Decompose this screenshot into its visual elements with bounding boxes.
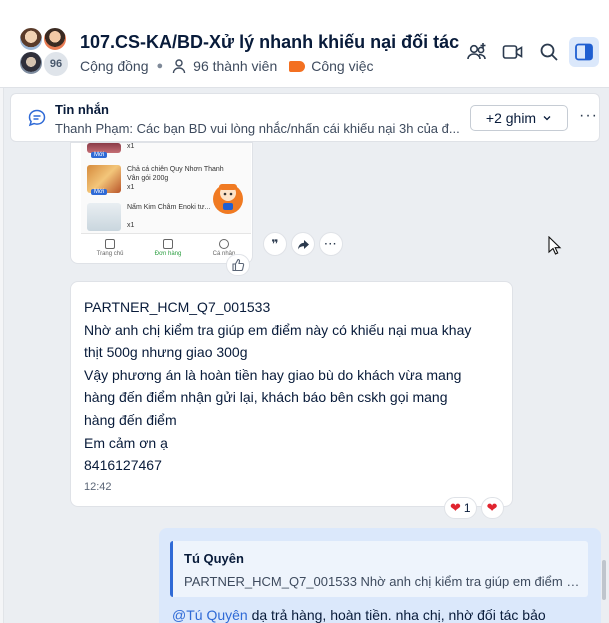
chat-bubble-icon bbox=[28, 109, 46, 127]
nav-home: Trang chủ bbox=[97, 238, 123, 257]
conversation-title[interactable]: 107.CS-KA/BD-Xử lý nhanh khiếu nại đối t… bbox=[80, 32, 459, 53]
quote-reply-button[interactable]: ❞ bbox=[263, 232, 287, 256]
app-screenshot: Mới x1 Mới Chả cá chiên Quy Nhơn Thanh V… bbox=[81, 143, 251, 261]
forward-icon bbox=[297, 239, 309, 249]
left-panel-edge bbox=[0, 0, 4, 623]
community-label[interactable]: Cộng đồng bbox=[80, 58, 149, 74]
more-actions-button[interactable]: ··· bbox=[319, 232, 343, 256]
reply-body: dạ trả hàng, hoàn tiền. nha chị, nhờ đối… bbox=[247, 607, 546, 623]
message-line: 8416127467 bbox=[84, 457, 162, 474]
quote-author: Tú Quyên bbox=[184, 551, 244, 566]
avatar bbox=[18, 26, 44, 52]
forward-button[interactable] bbox=[291, 232, 315, 256]
pinned-more-button[interactable]: ··· bbox=[579, 107, 598, 125]
message-line: Nhờ anh chị kiểm tra giúp em điểm này có… bbox=[84, 321, 472, 338]
video-call-icon[interactable] bbox=[501, 40, 525, 64]
reaction-count: 1 bbox=[463, 501, 471, 515]
message-line: Vậy phương án là hoàn tiền hay giao bù d… bbox=[84, 366, 462, 383]
task-label[interactable]: Công việc bbox=[311, 58, 373, 74]
conversation-header: 96 107.CS-KA/BD-Xử lý nhanh khiếu nại đố… bbox=[0, 0, 609, 88]
new-badge: Mới bbox=[91, 152, 108, 158]
quoted-message[interactable]: Tú Quyên PARTNER_HCM_Q7_001533 Nhờ anh c… bbox=[170, 541, 588, 597]
product-qty: x1 bbox=[127, 184, 135, 191]
avatar bbox=[18, 50, 44, 76]
user-mention[interactable]: @Tú Quyên bbox=[172, 607, 248, 623]
product-qty: x1 bbox=[127, 222, 135, 229]
conversation-subtitle: Cộng đồng ● 96 thành viên Công việc bbox=[80, 58, 374, 74]
mascot-icon bbox=[213, 184, 243, 214]
like-reaction-button[interactable] bbox=[226, 254, 250, 276]
person-icon bbox=[172, 59, 186, 74]
task-tag-icon bbox=[289, 60, 306, 72]
mouse-cursor-icon bbox=[548, 236, 562, 255]
member-count-badge: 96 bbox=[42, 50, 70, 78]
nav-orders: Đơn hàng bbox=[155, 238, 181, 257]
product-qty: x1 bbox=[127, 143, 135, 150]
chevron-down-icon bbox=[543, 116, 551, 121]
pinned-preview[interactable]: Thanh Phạm: Các bạn BD vui lòng nhắc/nhấ… bbox=[55, 121, 465, 136]
thumbs-up-icon bbox=[232, 258, 245, 272]
more-pins-button[interactable]: +2 ghim bbox=[470, 105, 568, 131]
message-line: PARTNER_HCM_Q7_001533 bbox=[84, 299, 271, 315]
add-member-icon[interactable] bbox=[465, 40, 489, 64]
message-bubble[interactable]: PARTNER_HCM_Q7_001533 Nhờ anh chị kiểm t… bbox=[70, 281, 513, 507]
quote-text: PARTNER_HCM_Q7_001533 Nhờ anh chị kiểm t… bbox=[184, 574, 584, 589]
search-icon[interactable] bbox=[537, 40, 561, 64]
message-timestamp: 12:42 bbox=[84, 481, 112, 493]
reply-text: @Tú Quyên dạ trả hàng, hoàn tiền. nha ch… bbox=[172, 607, 546, 623]
pinned-message-bar[interactable]: Tin nhắn Thanh Phạm: Các bạn BD vui lòng… bbox=[10, 93, 600, 142]
new-badge: Mới bbox=[91, 189, 108, 195]
avatar bbox=[42, 26, 68, 52]
add-heart-reaction-button[interactable]: ❤ bbox=[480, 497, 504, 519]
members-label[interactable]: 96 thành viên bbox=[193, 58, 277, 74]
reaction-bar: ❤ 1 ❤ bbox=[444, 497, 504, 519]
app-bottom-nav: Trang chủ Đơn hàng Cá nhân bbox=[81, 233, 251, 261]
quote-icon: ❞ bbox=[271, 237, 279, 251]
image-attachment[interactable]: Mới x1 Mới Chả cá chiên Quy Nhơn Thanh V… bbox=[70, 142, 253, 264]
product-thumbnail bbox=[87, 203, 121, 231]
scrollbar[interactable] bbox=[602, 560, 606, 600]
message-text: PARTNER_HCM_Q7_001533 Nhờ anh chị kiểm t… bbox=[84, 296, 509, 477]
reply-message-bubble[interactable]: Tú Quyên PARTNER_HCM_Q7_001533 Nhờ anh c… bbox=[159, 528, 601, 623]
pinned-title: Tin nhắn bbox=[55, 102, 109, 117]
heart-icon: ❤ bbox=[450, 500, 461, 515]
sidebar-toggle-button[interactable] bbox=[569, 37, 599, 67]
group-avatar[interactable]: 96 bbox=[18, 26, 70, 78]
message-line: hàng đến điểm bbox=[84, 411, 177, 428]
more-icon: ··· bbox=[324, 238, 338, 250]
message-line: Em cảm ơn ạ bbox=[84, 434, 168, 451]
panel-icon bbox=[575, 43, 593, 61]
message-line: thịt 500g nhưng giao 300g bbox=[84, 344, 248, 361]
message-line: hàng đến điểm nhận gửi lại, khách báo bê… bbox=[84, 389, 448, 406]
heart-reaction-count[interactable]: ❤ 1 bbox=[444, 497, 477, 519]
more-pins-label: +2 ghim bbox=[485, 110, 537, 126]
heart-icon: ❤ bbox=[486, 500, 498, 515]
separator-dot: ● bbox=[156, 60, 164, 72]
